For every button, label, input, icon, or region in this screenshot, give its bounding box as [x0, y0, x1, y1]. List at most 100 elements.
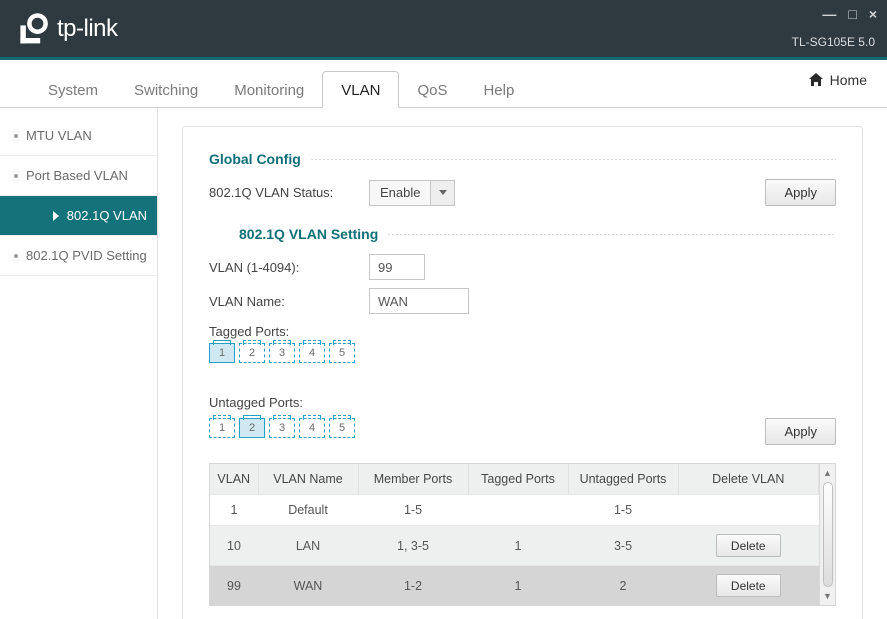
- section-divider: [388, 234, 836, 235]
- sidebar-item-label: 802.1Q VLAN: [67, 208, 147, 223]
- vlan-status-select[interactable]: Enable: [369, 180, 455, 206]
- table-scrollbar[interactable]: ▲ ▼: [819, 464, 835, 605]
- table-row[interactable]: 99 WAN 1-2 1 2 Delete: [210, 566, 819, 606]
- vlan-table-wrap: VLAN VLAN Name Member Ports Tagged Ports…: [209, 463, 836, 606]
- vlan-name-label: VLAN Name:: [209, 294, 369, 309]
- th-tagged-ports: Tagged Ports: [468, 464, 568, 495]
- cell-vlan: 1: [210, 495, 258, 526]
- cell-member: 1-2: [358, 566, 468, 606]
- cell-delete: Delete: [678, 526, 819, 566]
- tab-vlan[interactable]: VLAN: [322, 71, 399, 108]
- th-member-ports: Member Ports: [358, 464, 468, 495]
- cell-tagged: [468, 495, 568, 526]
- cell-untagged: 1-5: [568, 495, 678, 526]
- top-nav: System Switching Monitoring VLAN QoS Hel…: [0, 60, 887, 108]
- row-vlan-id: VLAN (1-4094):: [209, 254, 836, 280]
- untagged-port-2[interactable]: 2: [239, 418, 265, 438]
- row-untagged: 1 2 3 4 5 Apply: [209, 418, 836, 445]
- cell-untagged: 3-5: [568, 526, 678, 566]
- section-title-setting: 802.1Q VLAN Setting: [239, 226, 388, 242]
- tab-monitoring[interactable]: Monitoring: [216, 72, 322, 107]
- sidebar-item-8021q-pvid[interactable]: 802.1Q PVID Setting: [0, 236, 157, 276]
- vlan-id-input[interactable]: [369, 254, 425, 280]
- home-icon: [808, 73, 824, 87]
- tagged-port-1[interactable]: 1: [209, 343, 235, 363]
- sidebar-item-8021q-vlan[interactable]: 802.1Q VLAN: [0, 196, 157, 236]
- section-title-global: Global Config: [209, 151, 311, 167]
- th-vlan: VLAN: [210, 464, 258, 495]
- section-divider: [311, 159, 836, 160]
- row-vlan-status: 802.1Q VLAN Status: Enable Apply: [209, 179, 836, 206]
- vlan-table: VLAN VLAN Name Member Ports Tagged Ports…: [210, 464, 819, 605]
- chevron-down-icon: [439, 190, 447, 195]
- sidebar-item-label: 802.1Q PVID Setting: [26, 248, 147, 263]
- sidebar-item-label: Port Based VLAN: [26, 168, 128, 183]
- sidebar-item-label: MTU VLAN: [26, 128, 92, 143]
- cell-tagged: 1: [468, 526, 568, 566]
- scroll-down-icon[interactable]: ▼: [823, 591, 832, 601]
- tagged-port-3[interactable]: 3: [269, 343, 295, 363]
- vlan-status-label: 802.1Q VLAN Status:: [209, 185, 369, 200]
- untagged-ports: 1 2 3 4 5: [209, 418, 355, 438]
- untagged-port-4[interactable]: 4: [299, 418, 325, 438]
- bullet-icon: [14, 254, 18, 258]
- content-pane: Global Config 802.1Q VLAN Status: Enable…: [158, 108, 887, 619]
- apply-global-button[interactable]: Apply: [765, 179, 836, 206]
- tab-system[interactable]: System: [30, 72, 116, 107]
- brand-text: tp-link: [57, 15, 118, 43]
- apply-global-wrap: Apply: [765, 179, 836, 206]
- minimize-button[interactable]: —: [822, 6, 836, 22]
- scroll-up-icon[interactable]: ▲: [823, 468, 832, 478]
- tab-switching[interactable]: Switching: [116, 72, 216, 107]
- main-area: MTU VLAN Port Based VLAN 802.1Q VLAN 802…: [0, 108, 887, 619]
- home-button[interactable]: Home: [808, 72, 867, 88]
- home-label: Home: [830, 72, 867, 88]
- untagged-ports-label: Untagged Ports:: [209, 395, 836, 410]
- vlan-name-input[interactable]: [369, 288, 469, 314]
- tagged-port-5[interactable]: 5: [329, 343, 355, 363]
- untagged-port-3[interactable]: 3: [269, 418, 295, 438]
- sidebar-item-mtu-vlan[interactable]: MTU VLAN: [0, 116, 157, 156]
- cell-delete: Delete: [678, 566, 819, 606]
- window-controls: — □ ×: [822, 6, 877, 22]
- cell-vlan-name: Default: [258, 495, 358, 526]
- th-untagged-ports: Untagged Ports: [568, 464, 678, 495]
- brand-logo: tp-link: [15, 11, 118, 47]
- delete-button[interactable]: Delete: [716, 534, 781, 557]
- untagged-port-5[interactable]: 5: [329, 418, 355, 438]
- scroll-thumb[interactable]: [823, 482, 833, 587]
- vlan-status-value: Enable: [370, 185, 430, 200]
- th-delete-vlan: Delete VLAN: [678, 464, 819, 495]
- tab-help[interactable]: Help: [465, 72, 532, 107]
- bullet-icon: [14, 174, 18, 178]
- section-head-global: Global Config: [209, 151, 836, 167]
- cell-tagged: 1: [468, 566, 568, 606]
- apply-setting-wrap: Apply: [765, 418, 836, 445]
- cell-member: 1, 3-5: [358, 526, 468, 566]
- row-vlan-name: VLAN Name:: [209, 288, 836, 314]
- section-head-setting: 802.1Q VLAN Setting: [209, 226, 836, 242]
- vlan-panel: Global Config 802.1Q VLAN Status: Enable…: [182, 126, 863, 619]
- tab-qos[interactable]: QoS: [399, 72, 465, 107]
- apply-setting-button[interactable]: Apply: [765, 418, 836, 445]
- cell-vlan: 10: [210, 526, 258, 566]
- th-vlan-name: VLAN Name: [258, 464, 358, 495]
- dropdown-toggle[interactable]: [430, 181, 454, 205]
- tp-link-logo-icon: [15, 11, 51, 47]
- cell-delete: [678, 495, 819, 526]
- tagged-port-2[interactable]: 2: [239, 343, 265, 363]
- delete-button[interactable]: Delete: [716, 574, 781, 597]
- close-button[interactable]: ×: [869, 6, 877, 22]
- cell-vlan-name: WAN: [258, 566, 358, 606]
- table-row[interactable]: 1 Default 1-5 1-5: [210, 495, 819, 526]
- sidebar: MTU VLAN Port Based VLAN 802.1Q VLAN 802…: [0, 108, 158, 619]
- title-bar: tp-link — □ × TL-SG105E 5.0: [0, 0, 887, 60]
- untagged-port-1[interactable]: 1: [209, 418, 235, 438]
- cell-member: 1-5: [358, 495, 468, 526]
- cell-vlan: 99: [210, 566, 258, 606]
- maximize-button[interactable]: □: [848, 6, 856, 22]
- sidebar-item-port-based-vlan[interactable]: Port Based VLAN: [0, 156, 157, 196]
- table-row[interactable]: 10 LAN 1, 3-5 1 3-5 Delete: [210, 526, 819, 566]
- tagged-port-4[interactable]: 4: [299, 343, 325, 363]
- chevron-right-icon: [53, 211, 59, 221]
